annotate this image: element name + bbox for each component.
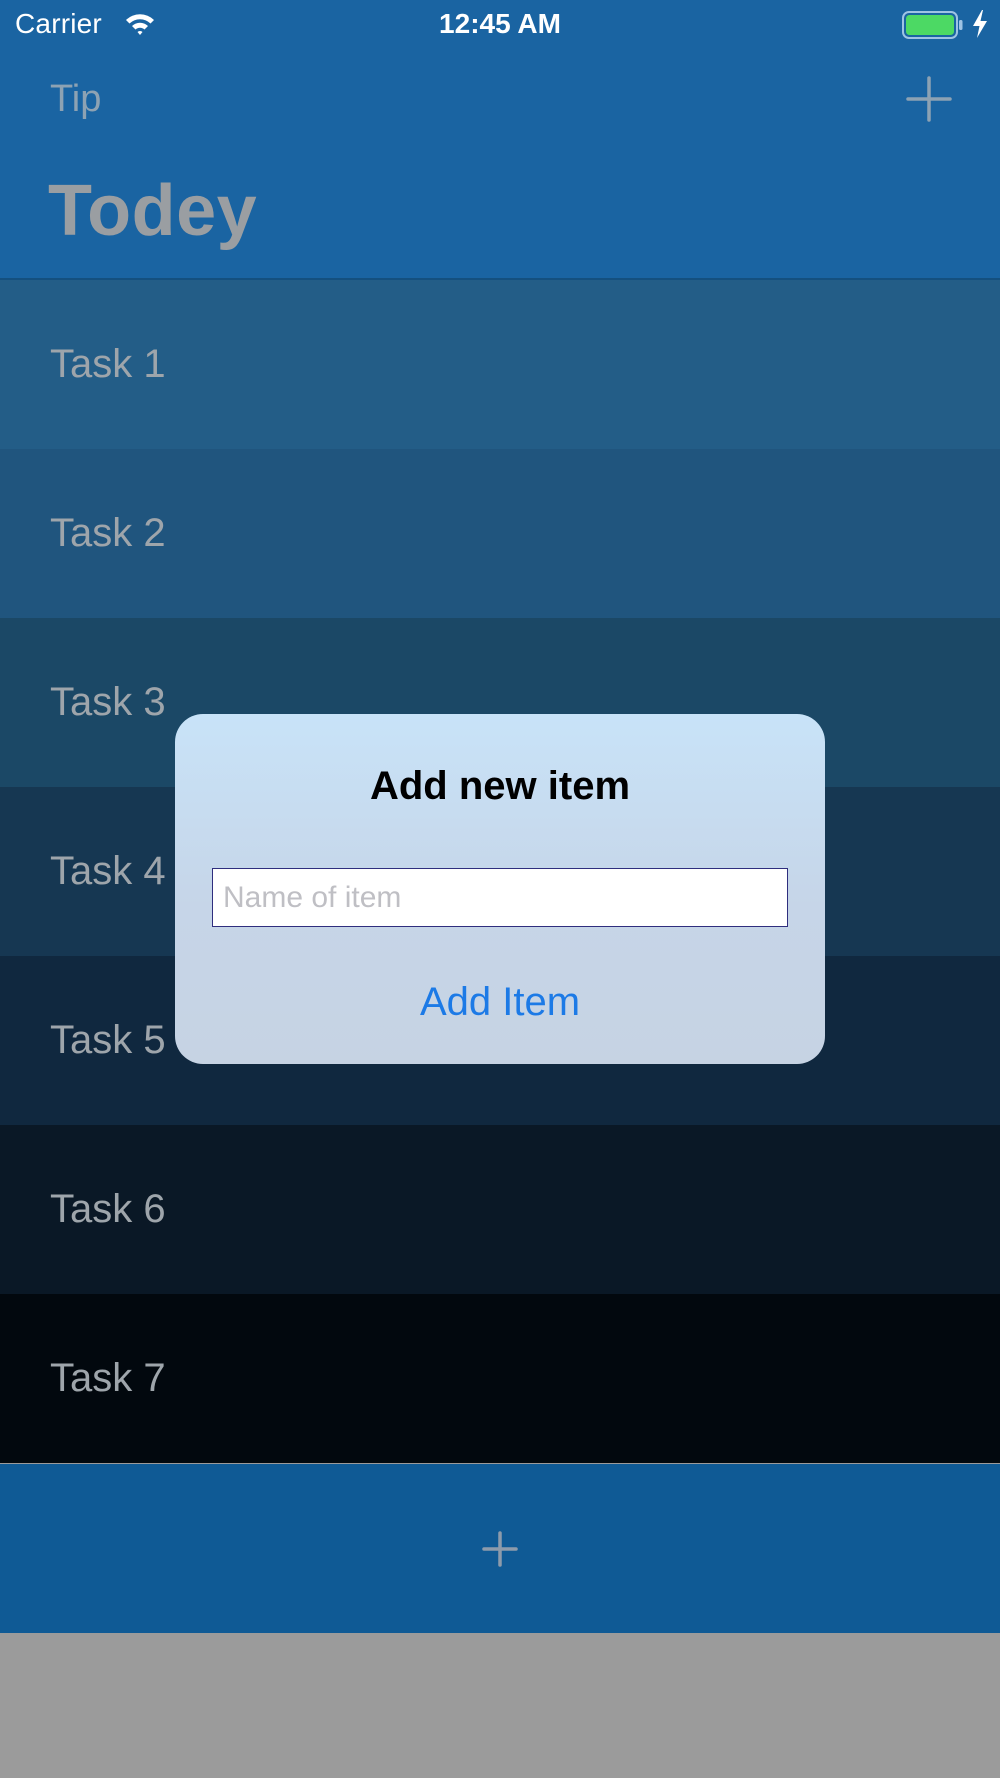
- task-label: Task 3: [50, 680, 166, 724]
- task-row[interactable]: Task 7: [0, 1294, 1000, 1463]
- task-label: Task 4: [50, 849, 166, 893]
- task-row[interactable]: Task 2: [0, 449, 1000, 618]
- add-item-button[interactable]: Add Item: [175, 972, 825, 1052]
- charging-bolt-icon: [973, 10, 987, 38]
- plus-icon[interactable]: [906, 76, 952, 122]
- clock: 12:45 AM: [439, 8, 561, 39]
- navigation-header: Carrier 12:45 AM Tip Todey: [0, 0, 1000, 280]
- task-label: Task 6: [50, 1187, 166, 1231]
- battery-charging-icon: [902, 11, 963, 39]
- task-label: Task 7: [50, 1356, 166, 1400]
- status-bar: Carrier 12:45 AM: [0, 0, 1000, 52]
- task-row[interactable]: Task 1: [0, 280, 1000, 449]
- task-label: Task 2: [50, 511, 166, 555]
- item-name-input[interactable]: [212, 868, 788, 927]
- task-row[interactable]: Task 6: [0, 1125, 1000, 1294]
- task-label: Task 1: [50, 342, 166, 386]
- add-item-alert: Add new item Add Item: [175, 714, 825, 1064]
- plus-icon[interactable]: [482, 1531, 518, 1567]
- alert-title: Add new item: [369, 764, 631, 808]
- page-title: Todey: [48, 171, 258, 251]
- tip-button[interactable]: Tip: [50, 78, 101, 121]
- task-label: Task 5: [50, 1018, 166, 1062]
